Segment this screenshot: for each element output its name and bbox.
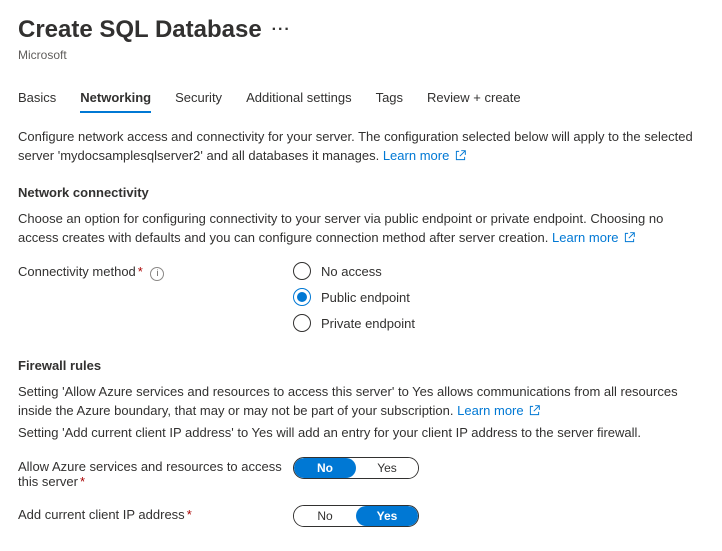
radio-no-access[interactable]: No access <box>293 262 704 280</box>
radio-label: Private endpoint <box>321 316 415 331</box>
required-indicator: * <box>187 507 192 522</box>
radio-icon <box>293 262 311 280</box>
radio-label: Public endpoint <box>321 290 410 305</box>
allow-azure-toggle[interactable]: No Yes <box>293 457 419 479</box>
more-actions-icon[interactable]: ··· <box>272 22 291 38</box>
radio-public-endpoint[interactable]: Public endpoint <box>293 288 704 306</box>
intro-learn-more-link[interactable]: Learn more <box>383 148 466 163</box>
tab-strip: Basics Networking Security Additional se… <box>18 86 704 112</box>
allow-azure-label: Allow Azure services and resources to ac… <box>18 457 293 489</box>
radio-private-endpoint[interactable]: Private endpoint <box>293 314 704 332</box>
radio-icon <box>293 288 311 306</box>
tab-review-create[interactable]: Review + create <box>427 86 521 112</box>
info-icon[interactable]: i <box>150 267 164 281</box>
intro-description: Configure network access and connectivit… <box>18 128 704 167</box>
tab-additional-settings[interactable]: Additional settings <box>246 86 352 112</box>
firewall-rules-heading: Firewall rules <box>18 358 704 373</box>
required-indicator: * <box>80 474 85 489</box>
toggle-option-yes[interactable]: Yes <box>356 506 418 526</box>
connectivity-method-label: Connectivity method* i <box>18 262 293 281</box>
tab-tags[interactable]: Tags <box>376 86 403 112</box>
firewall-description-2: Setting 'Add current client IP address' … <box>18 424 704 443</box>
tab-security[interactable]: Security <box>175 86 222 112</box>
tab-networking[interactable]: Networking <box>80 86 151 113</box>
client-ip-toggle[interactable]: No Yes <box>293 505 419 527</box>
toggle-option-yes[interactable]: Yes <box>356 458 418 478</box>
firewall-description-1: Setting 'Allow Azure services and resour… <box>18 383 704 422</box>
firewall-learn-more-link[interactable]: Learn more <box>457 403 540 418</box>
tab-basics[interactable]: Basics <box>18 86 56 112</box>
toggle-option-no[interactable]: No <box>294 458 356 478</box>
title-text: Create SQL Database <box>18 16 262 44</box>
publisher-label: Microsoft <box>18 48 704 62</box>
radio-icon <box>293 314 311 332</box>
external-link-icon <box>455 148 466 167</box>
toggle-option-no[interactable]: No <box>294 506 356 526</box>
required-indicator: * <box>138 264 143 279</box>
network-connectivity-description: Choose an option for configuring connect… <box>18 210 704 249</box>
network-learn-more-link[interactable]: Learn more <box>552 230 635 245</box>
external-link-icon <box>624 230 635 249</box>
external-link-icon <box>529 403 540 422</box>
page-title: Create SQL Database ··· <box>18 16 704 44</box>
client-ip-label: Add current client IP address* <box>18 505 293 522</box>
radio-label: No access <box>321 264 382 279</box>
network-connectivity-heading: Network connectivity <box>18 185 704 200</box>
connectivity-method-options: No access Public endpoint Private endpoi… <box>293 262 704 340</box>
